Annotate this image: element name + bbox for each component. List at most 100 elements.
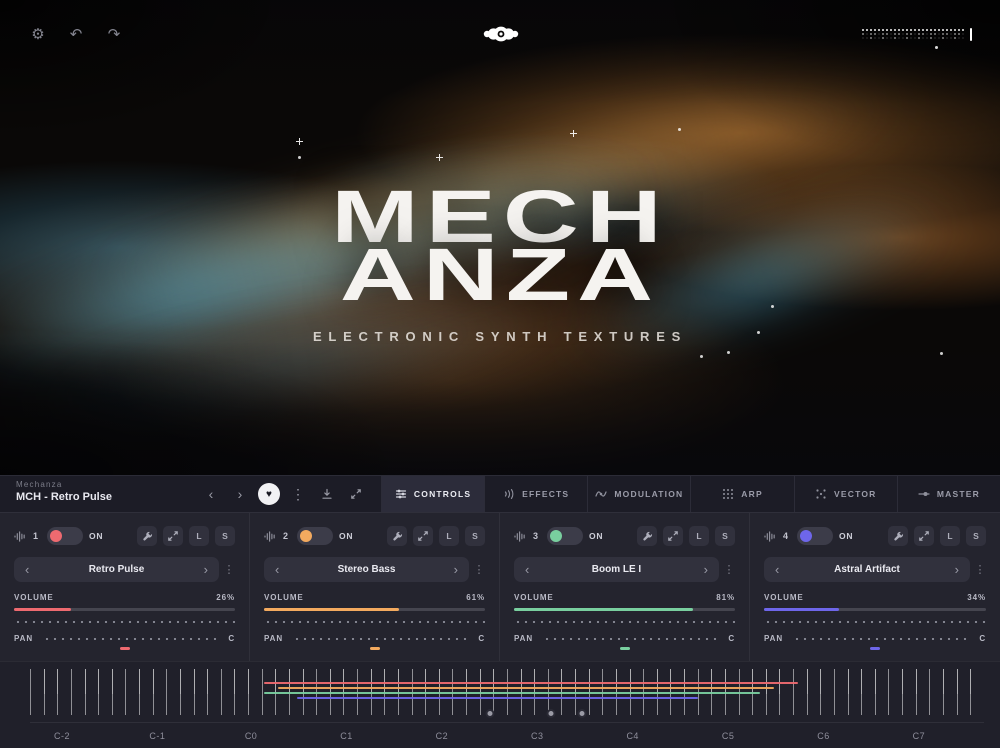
undo-icon[interactable]: ↶ bbox=[66, 24, 86, 44]
volume-slider[interactable] bbox=[264, 608, 485, 611]
solo-button[interactable]: S bbox=[715, 526, 735, 546]
piano-key[interactable] bbox=[834, 669, 848, 715]
display-cursor[interactable] bbox=[970, 28, 972, 41]
channel-on-toggle[interactable] bbox=[797, 527, 833, 545]
tab-controls[interactable]: CONTROLS bbox=[381, 476, 484, 512]
piano-key[interactable] bbox=[221, 669, 235, 715]
tab-effects[interactable]: EFFECTS bbox=[484, 476, 587, 512]
piano-keyboard[interactable] bbox=[30, 669, 984, 715]
piano-key[interactable] bbox=[766, 669, 780, 715]
key-split-marker[interactable] bbox=[485, 709, 494, 718]
piano-key[interactable] bbox=[85, 669, 99, 715]
piano-key[interactable] bbox=[139, 669, 153, 715]
volume-slider[interactable] bbox=[514, 608, 735, 611]
prev-preset-button[interactable]: ‹ bbox=[773, 563, 781, 576]
piano-key[interactable] bbox=[112, 669, 126, 715]
tool-wrench-icon[interactable] bbox=[387, 526, 407, 546]
key-range-bar[interactable] bbox=[278, 687, 774, 689]
next-preset-button[interactable]: › bbox=[202, 563, 210, 576]
dot-matrix-display[interactable] bbox=[862, 26, 972, 42]
piano-key[interactable] bbox=[848, 669, 862, 715]
piano-key[interactable] bbox=[153, 669, 167, 715]
redo-icon[interactable]: ↷ bbox=[104, 24, 124, 44]
preset-selector[interactable]: ‹Stereo Bass› bbox=[264, 557, 469, 582]
channel-expand-icon[interactable] bbox=[663, 526, 683, 546]
tool-wrench-icon[interactable] bbox=[137, 526, 157, 546]
piano-key[interactable] bbox=[180, 669, 194, 715]
piano-key[interactable] bbox=[166, 669, 180, 715]
piano-key[interactable] bbox=[875, 669, 889, 715]
volume-slider[interactable] bbox=[764, 608, 986, 611]
preset-selector[interactable]: ‹Astral Artifact› bbox=[764, 557, 970, 582]
preset-menu-kebab-icon[interactable]: ⋮ bbox=[974, 563, 986, 576]
next-preset-button[interactable]: › bbox=[953, 563, 961, 576]
tab-master[interactable]: MASTER bbox=[897, 476, 1000, 512]
key-range-bar[interactable] bbox=[264, 692, 760, 694]
solo-button[interactable]: S bbox=[215, 526, 235, 546]
piano-key[interactable] bbox=[929, 669, 943, 715]
tab-arp[interactable]: ARP bbox=[690, 476, 793, 512]
key-range-bar[interactable] bbox=[297, 697, 698, 699]
channel-expand-icon[interactable] bbox=[413, 526, 433, 546]
link-button[interactable]: L bbox=[940, 526, 960, 546]
piano-key[interactable] bbox=[957, 669, 971, 715]
prev-preset-button[interactable]: ‹ bbox=[523, 563, 531, 576]
patch-menu-kebab-icon[interactable]: ⋮ bbox=[287, 483, 309, 505]
tab-modulation[interactable]: MODULATION bbox=[587, 476, 690, 512]
tab-vector[interactable]: VECTOR bbox=[794, 476, 897, 512]
piano-key[interactable] bbox=[793, 669, 807, 715]
piano-key[interactable] bbox=[888, 669, 902, 715]
solo-button[interactable]: S bbox=[966, 526, 986, 546]
tool-wrench-icon[interactable] bbox=[888, 526, 908, 546]
prev-patch-button[interactable]: ‹ bbox=[200, 483, 222, 505]
piano-key[interactable] bbox=[98, 669, 112, 715]
preset-selector[interactable]: ‹Boom LE I› bbox=[514, 557, 719, 582]
favorite-heart-icon[interactable]: ♥ bbox=[258, 483, 280, 505]
pan-slider[interactable] bbox=[514, 646, 735, 651]
preset-menu-kebab-icon[interactable]: ⋮ bbox=[223, 563, 235, 576]
piano-key[interactable] bbox=[861, 669, 875, 715]
key-split-marker[interactable] bbox=[546, 709, 555, 718]
piano-key[interactable] bbox=[44, 669, 58, 715]
piano-key[interactable] bbox=[807, 669, 821, 715]
pan-slider[interactable] bbox=[14, 646, 235, 651]
channel-on-toggle[interactable] bbox=[47, 527, 83, 545]
channel-expand-icon[interactable] bbox=[914, 526, 934, 546]
preset-selector[interactable]: ‹Retro Pulse› bbox=[14, 557, 219, 582]
piano-key[interactable] bbox=[125, 669, 139, 715]
piano-key[interactable] bbox=[30, 669, 44, 715]
next-patch-button[interactable]: › bbox=[229, 483, 251, 505]
prev-preset-button[interactable]: ‹ bbox=[23, 563, 31, 576]
settings-gear-icon[interactable]: ⚙ bbox=[28, 24, 48, 44]
expand-icon[interactable] bbox=[345, 483, 367, 505]
pan-slider[interactable] bbox=[764, 646, 986, 651]
preset-menu-kebab-icon[interactable]: ⋮ bbox=[723, 563, 735, 576]
link-button[interactable]: L bbox=[689, 526, 709, 546]
piano-key[interactable] bbox=[234, 669, 248, 715]
piano-key[interactable] bbox=[248, 669, 262, 715]
volume-slider[interactable] bbox=[14, 608, 235, 611]
prev-preset-button[interactable]: ‹ bbox=[273, 563, 281, 576]
next-preset-button[interactable]: › bbox=[452, 563, 460, 576]
piano-key[interactable] bbox=[71, 669, 85, 715]
piano-key[interactable] bbox=[194, 669, 208, 715]
channel-on-toggle[interactable] bbox=[297, 527, 333, 545]
piano-key[interactable] bbox=[916, 669, 930, 715]
link-button[interactable]: L bbox=[439, 526, 459, 546]
channel-on-toggle[interactable] bbox=[547, 527, 583, 545]
piano-key[interactable] bbox=[779, 669, 793, 715]
tool-wrench-icon[interactable] bbox=[637, 526, 657, 546]
piano-key[interactable] bbox=[57, 669, 71, 715]
piano-key[interactable] bbox=[943, 669, 957, 715]
preset-menu-kebab-icon[interactable]: ⋮ bbox=[473, 563, 485, 576]
piano-key[interactable] bbox=[207, 669, 221, 715]
key-range-bar[interactable] bbox=[264, 682, 798, 684]
download-icon[interactable] bbox=[316, 483, 338, 505]
link-button[interactable]: L bbox=[189, 526, 209, 546]
solo-button[interactable]: S bbox=[465, 526, 485, 546]
pan-slider[interactable] bbox=[264, 646, 485, 651]
key-split-marker[interactable] bbox=[578, 709, 587, 718]
piano-key[interactable] bbox=[970, 669, 984, 715]
channel-expand-icon[interactable] bbox=[163, 526, 183, 546]
next-preset-button[interactable]: › bbox=[702, 563, 710, 576]
